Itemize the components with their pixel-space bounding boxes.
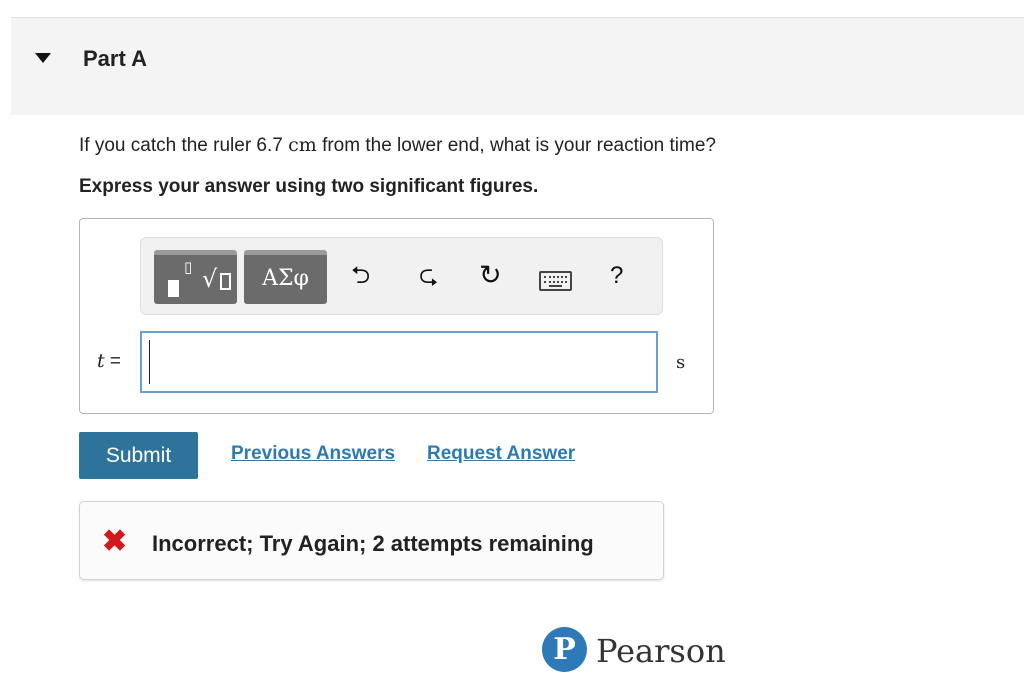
previous-answers-link[interactable]: Previous Answers bbox=[231, 443, 395, 465]
greek-symbols-icon[interactable]: ΑΣφ bbox=[244, 250, 327, 304]
question-unit: cm bbox=[288, 134, 317, 156]
pearson-logo-icon: P bbox=[542, 627, 587, 672]
variable-name: t bbox=[97, 350, 105, 372]
question-text-after: from the lower end, what is your reactio… bbox=[316, 135, 716, 156]
undo-icon[interactable]: ⮌ bbox=[351, 264, 370, 288]
redo-icon[interactable]: ⮎ bbox=[419, 264, 438, 288]
submit-button[interactable]: Submit bbox=[79, 432, 198, 479]
pearson-wordmark: Pearson bbox=[596, 632, 726, 670]
answer-input[interactable] bbox=[140, 331, 658, 393]
question-text: If you catch the ruler 6.7 cm from the l… bbox=[79, 134, 716, 157]
templates-icon[interactable]: ▯ √ bbox=[154, 250, 237, 304]
reset-icon[interactable]: ↻ bbox=[479, 262, 502, 289]
question-text-before: If you catch the ruler 6.7 bbox=[79, 135, 289, 156]
request-answer-link[interactable]: Request Answer bbox=[427, 443, 575, 465]
variable-label: t = bbox=[97, 350, 121, 373]
answer-unit: s bbox=[676, 352, 686, 373]
feedback-message: Incorrect; Try Again; 2 attempts remaini… bbox=[152, 531, 594, 556]
keyboard-icon[interactable] bbox=[539, 271, 572, 291]
answer-instruction: Express your answer using two significan… bbox=[79, 176, 539, 197]
feedback-box: ✖ Incorrect; Try Again; 2 attempts remai… bbox=[79, 501, 664, 580]
x-icon: ✖ bbox=[102, 525, 128, 558]
part-title: Part A bbox=[83, 46, 147, 71]
collapse-caret-icon[interactable] bbox=[35, 53, 51, 63]
equals-sign: = bbox=[104, 351, 122, 372]
text-cursor bbox=[149, 340, 150, 384]
part-header[interactable] bbox=[11, 18, 1024, 115]
help-icon[interactable]: ? bbox=[610, 264, 623, 288]
math-toolbar: ▯ √ ΑΣφ ⮌ ⮎ ↻ ? bbox=[140, 237, 663, 315]
